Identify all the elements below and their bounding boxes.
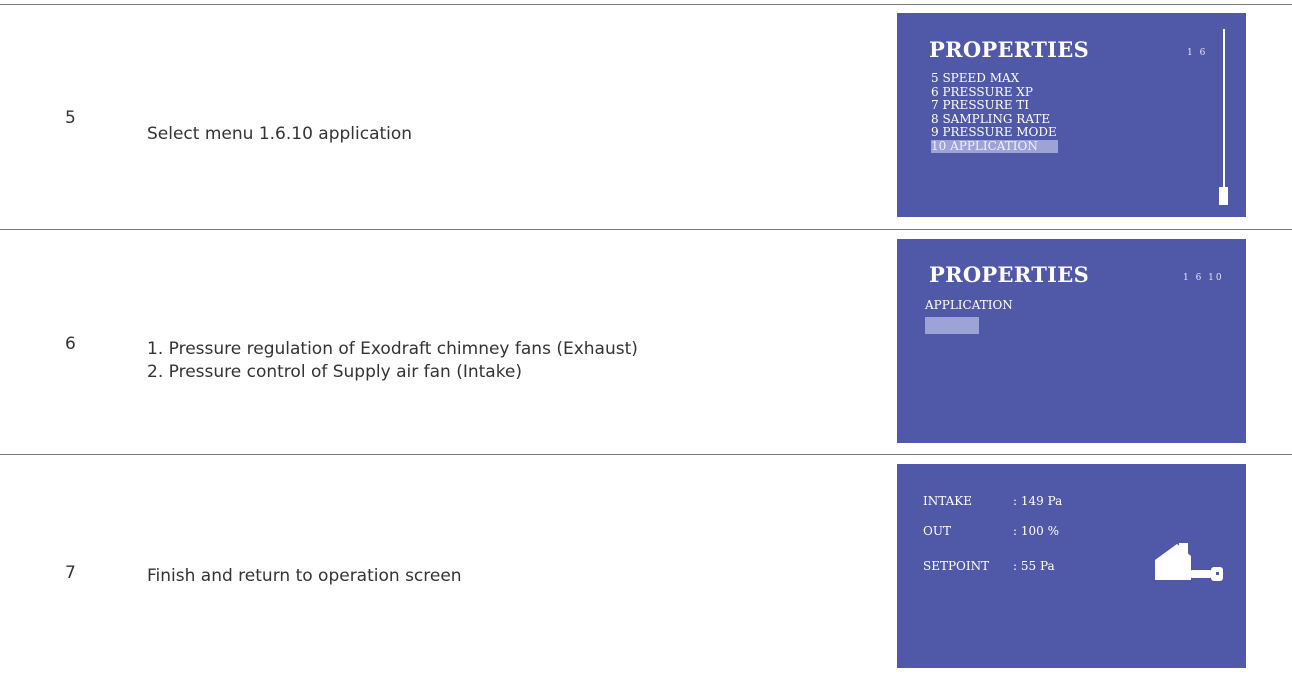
application-value-field[interactable] [925,317,979,334]
lcd-title: PROPERTIES [929,262,1090,287]
status-row-setpoint: SETPOINT : 55 Pa [923,559,1055,573]
status-value: : 149 Pa [1013,494,1063,508]
status-label: SETPOINT [923,559,990,573]
step-instruction: Select menu 1.6.10 application [147,124,413,144]
status-row-intake: INTAKE : 149 Pa [923,494,1062,508]
scrollbar-track[interactable] [1223,29,1225,205]
menu-item-pressure-xp[interactable]: 6 PRESSURE XP [931,85,1058,100]
step-instruction-line-1: 1. Pressure regulation of Exodraft chimn… [147,339,638,359]
menu-item-pressure-ti[interactable]: 7 PRESSURE TI [931,98,1058,113]
lcd-screen-menu-1-6: PROPERTIES 1 6 5 SPEED MAX 6 PRESSURE XP… [897,13,1246,217]
menu-list: 5 SPEED MAX 6 PRESSURE XP 7 PRESSURE TI … [931,71,1058,153]
step-instruction: Finish and return to operation screen [147,566,462,586]
step-number: 6 [65,334,76,354]
menu-item-pressure-mode[interactable]: 9 PRESSURE MODE [931,125,1058,140]
lcd-operation-screen: INTAKE : 149 Pa OUT : 100 % SETPOINT : 55 P… [897,464,1246,668]
house-fan-icon [1155,543,1223,581]
lcd-title: PROPERTIES [929,37,1090,62]
status-value: : 100 % [1013,524,1059,538]
divider-2 [0,454,1292,455]
menu-item-speed-max[interactable]: 5 SPEED MAX [931,71,1058,86]
status-value: : 55 Pa [1013,559,1055,573]
step-number: 7 [65,563,76,583]
status-label: INTAKE [923,494,972,508]
divider-top [0,4,1292,5]
menu-item-sampling-rate[interactable]: 8 SAMPLING RATE [931,112,1058,127]
status-row-out: OUT : 100 % [923,524,1059,538]
lcd-menu-code: 1 6 10 [1183,273,1224,283]
lcd-setting-label: APPLICATION [925,298,1013,312]
status-label: OUT [923,524,951,538]
step-instruction-line-2: 2. Pressure control of Supply air fan (I… [147,362,523,382]
menu-item-application-selected[interactable]: 10 APPLICATION [931,139,1058,153]
lcd-menu-code: 1 6 [1187,48,1208,58]
lcd-screen-menu-1-6-10: PROPERTIES 1 6 10 APPLICATION [897,239,1246,443]
scrollbar-thumb[interactable] [1219,187,1228,205]
divider-1 [0,229,1292,230]
step-number: 5 [65,108,76,128]
